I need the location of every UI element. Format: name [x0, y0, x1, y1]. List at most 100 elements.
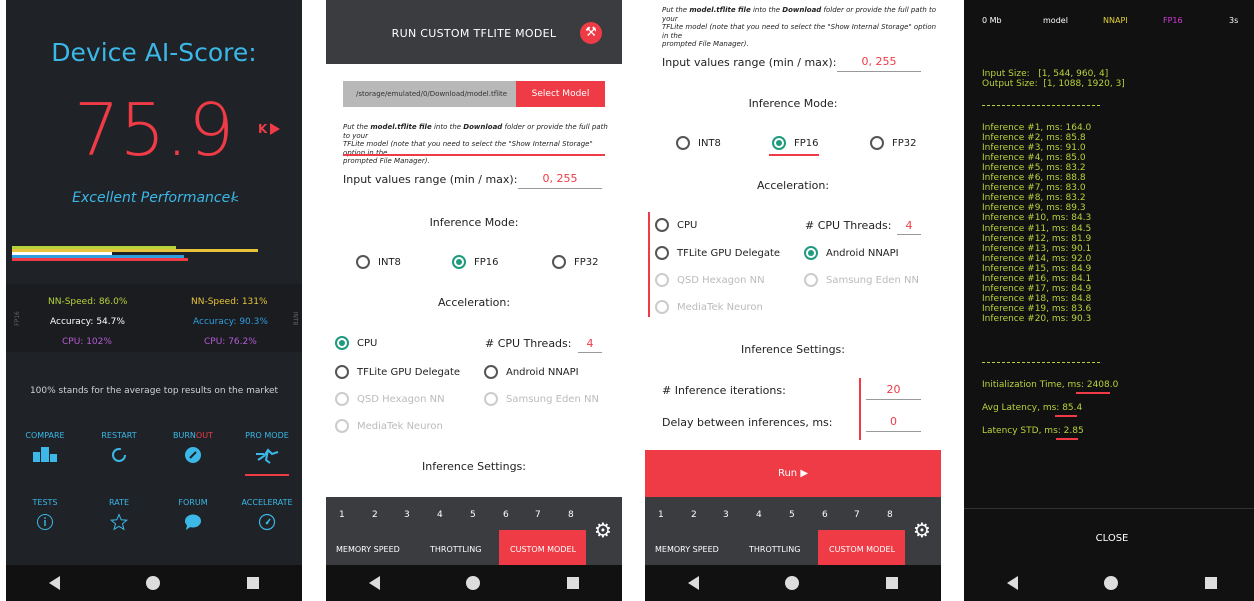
- tab-number-3[interactable]: 3: [404, 510, 410, 520]
- back-icon[interactable]: [688, 576, 700, 590]
- tab-number-4[interactable]: 4: [437, 510, 443, 520]
- ai-score-screen: Device AI-Score: 75.9 K Excellent Perfor…: [6, 0, 302, 601]
- custom-model-screen: RUN CUSTOM TFLITE MODEL ⚒ /storage/emula…: [326, 0, 622, 601]
- radio-gpu[interactable]: [335, 365, 349, 379]
- latency-std-value: 2.85: [1063, 426, 1084, 436]
- inference-row: Inference #13, ms: 90.1: [982, 244, 1091, 254]
- accel-gpu[interactable]: TFLite GPU Delegate: [335, 365, 460, 379]
- mode-fp32[interactable]: FP32: [552, 255, 599, 269]
- radio-gpu[interactable]: [655, 246, 669, 260]
- radio-cpu[interactable]: [655, 218, 669, 232]
- tab-number-1[interactable]: 1: [658, 510, 664, 520]
- accel-nnapi[interactable]: Android NNAPI: [804, 246, 899, 260]
- input-range-field[interactable]: 0, 255: [518, 172, 602, 189]
- radio-int8[interactable]: [676, 136, 690, 150]
- back-icon[interactable]: [1007, 576, 1019, 590]
- select-model-button[interactable]: Select Model: [516, 81, 605, 107]
- mode-fp16[interactable]: FP16: [772, 136, 819, 150]
- memory-readout: 0 Mb: [982, 16, 1002, 25]
- accel-gpu[interactable]: TFLite GPU Delegate: [655, 246, 780, 260]
- tab-number-7[interactable]: 7: [535, 510, 541, 520]
- note-line-2: TFLite model (note that you need to sele…: [662, 23, 937, 40]
- accel-cpu[interactable]: CPU: [655, 218, 697, 232]
- inference-row: Inference #16, ms: 84.1: [982, 274, 1091, 284]
- mode-fp16[interactable]: FP16: [452, 255, 499, 269]
- compare-label: COMPARE: [25, 431, 65, 440]
- cpu-threads-field[interactable]: 4: [578, 337, 602, 353]
- home-icon[interactable]: [1104, 576, 1119, 590]
- radio-fp16[interactable]: [772, 136, 786, 150]
- inference-row: Inference #10, ms: 84.3: [982, 214, 1091, 223]
- delay-field[interactable]: 0: [866, 415, 921, 432]
- tab-throttling[interactable]: THROTTLING: [749, 545, 800, 554]
- back-icon[interactable]: [369, 576, 381, 590]
- home-icon[interactable]: [785, 576, 800, 590]
- tests-tile[interactable]: TESTS: [8, 498, 82, 535]
- run-button[interactable]: Run ▶: [645, 450, 941, 497]
- tab-memory-speed[interactable]: MEMORY SPEED: [655, 545, 719, 554]
- cpu-threads-field[interactable]: 4: [897, 219, 921, 235]
- accel-cpu[interactable]: CPU: [335, 336, 377, 350]
- tab-number-2[interactable]: 2: [691, 510, 697, 520]
- accelerate-tile[interactable]: ACCELERATE: [230, 498, 302, 535]
- wrench-icon[interactable]: ⚒: [580, 22, 602, 44]
- tab-memory-speed[interactable]: MEMORY SPEED: [336, 545, 400, 554]
- info-icon: [8, 513, 82, 535]
- rate-tile[interactable]: RATE: [82, 498, 156, 535]
- tab-number-1[interactable]: 1: [339, 510, 345, 520]
- back-icon[interactable]: [49, 576, 61, 590]
- run-button-label: Run: [777, 468, 798, 479]
- model-readout: model: [1043, 16, 1068, 25]
- input-size-line: Input Size: [1, 544, 960, 4]: [982, 69, 1108, 79]
- home-icon[interactable]: [146, 576, 161, 590]
- tab-custom-model[interactable]: CUSTOM MODEL: [829, 545, 895, 554]
- accel-nnapi[interactable]: Android NNAPI: [484, 365, 579, 379]
- gears-icon[interactable]: ⚙: [594, 518, 612, 542]
- recents-icon[interactable]: [566, 577, 579, 589]
- mode-fp32[interactable]: FP32: [870, 136, 917, 150]
- forum-label: FORUM: [178, 498, 208, 507]
- compare-tile[interactable]: COMPARE: [8, 431, 82, 466]
- k-label[interactable]: K: [258, 122, 267, 136]
- play-icon[interactable]: [270, 123, 280, 135]
- android-nav-bar: [964, 565, 1254, 601]
- tab-number-8[interactable]: 8: [887, 510, 893, 520]
- tab-number-6[interactable]: 6: [503, 510, 509, 520]
- tab-number-7[interactable]: 7: [854, 510, 860, 520]
- recents-icon[interactable]: [1204, 577, 1217, 589]
- restart-tile[interactable]: RESTART: [82, 431, 156, 468]
- mode-int8[interactable]: INT8: [356, 255, 401, 269]
- forum-tile[interactable]: FORUM: [156, 498, 230, 535]
- tab-custom-model[interactable]: CUSTOM MODEL: [510, 545, 576, 554]
- gears-icon[interactable]: ⚙: [913, 518, 931, 542]
- recents-icon[interactable]: [885, 577, 898, 589]
- inference-value: 83.6: [1071, 303, 1092, 314]
- radio-int8[interactable]: [356, 255, 370, 269]
- close-button[interactable]: CLOSE: [964, 533, 1254, 544]
- tab-throttling[interactable]: THROTTLING: [430, 545, 481, 554]
- input-range-field[interactable]: 0, 255: [837, 55, 921, 72]
- tab-number-4[interactable]: 4: [756, 510, 762, 520]
- recents-icon[interactable]: [246, 577, 259, 589]
- tab-number-5[interactable]: 5: [789, 510, 795, 520]
- model-path-field[interactable]: /storage/emulated/0/Download/model.tflit…: [343, 81, 516, 107]
- tab-number-3[interactable]: 3: [723, 510, 729, 520]
- accel-eden-label: Samsung Eden NN: [826, 274, 919, 286]
- iterations-field[interactable]: 20: [866, 383, 921, 400]
- radio-fp32[interactable]: [870, 136, 884, 150]
- inference-label: Inference #12, ms:: [982, 233, 1069, 244]
- radio-nnapi[interactable]: [484, 365, 498, 379]
- radio-cpu[interactable]: [335, 336, 349, 350]
- radio-fp16[interactable]: [452, 255, 466, 269]
- mode-int8[interactable]: INT8: [676, 136, 721, 150]
- burnout-tile[interactable]: BURNOUT: [156, 431, 230, 468]
- home-icon[interactable]: [466, 576, 481, 590]
- tab-number-5[interactable]: 5: [470, 510, 476, 520]
- radio-nnapi[interactable]: [804, 246, 818, 260]
- share-icon[interactable]: <: [230, 192, 239, 205]
- tab-number-8[interactable]: 8: [568, 510, 574, 520]
- tab-number-2[interactable]: 2: [372, 510, 378, 520]
- pro-mode-tile[interactable]: PRO MODE: [230, 431, 302, 476]
- radio-fp32[interactable]: [552, 255, 566, 269]
- tab-number-6[interactable]: 6: [822, 510, 828, 520]
